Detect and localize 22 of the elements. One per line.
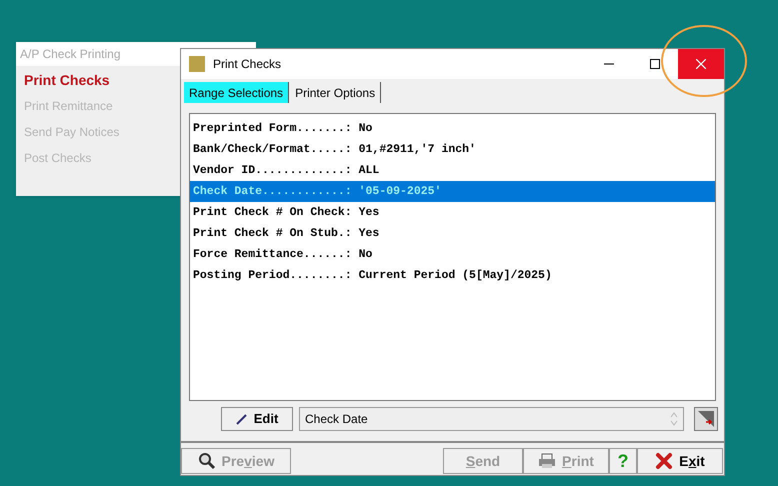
list-row[interactable]: Preprinted Form.......: No	[190, 118, 715, 139]
close-icon	[696, 59, 706, 69]
list-row[interactable]: Force Remittance......: No	[190, 244, 715, 265]
export-icon	[698, 411, 714, 428]
list-row[interactable]: Print Check # On Stub.: Yes	[190, 223, 715, 244]
exit-button[interactable]: Exit	[637, 448, 723, 474]
spinner-icon	[670, 411, 678, 428]
x-icon	[655, 452, 674, 470]
list-row[interactable]: Bank/Check/Format.....: 01,#2911,'7 inch'	[190, 139, 715, 160]
edit-button[interactable]: Edit	[221, 407, 293, 432]
list-row[interactable]: Print Check # On Check: Yes	[190, 202, 715, 223]
printer-icon	[538, 453, 556, 470]
close-button[interactable]	[678, 49, 724, 79]
list-row[interactable]: Vendor ID.............: ALL	[190, 160, 715, 181]
tab[interactable]: Range Selections	[184, 82, 290, 103]
export-button[interactable]	[694, 407, 718, 432]
input-field[interactable]: Check Date	[299, 407, 684, 432]
list-row[interactable]: Posting Period........: Current Period (5[May]/2025)	[190, 265, 715, 286]
app-icon	[189, 56, 205, 72]
maximize-icon	[650, 59, 660, 69]
magnifier-icon	[198, 452, 216, 470]
pencil-icon	[236, 413, 248, 426]
